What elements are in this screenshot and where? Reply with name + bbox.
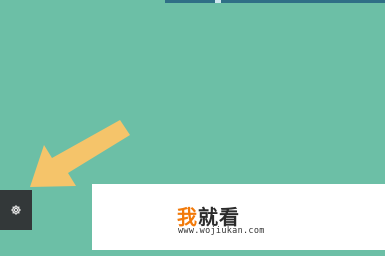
settings-button[interactable] xyxy=(0,190,32,230)
brand-logo: 我 就看 xyxy=(177,202,240,229)
watermark-banner: 我 就看 www.wojiukan.com xyxy=(92,184,385,250)
pointer-arrow-icon xyxy=(30,120,130,187)
gear-icon xyxy=(11,205,21,215)
top-edge-bar xyxy=(165,0,385,3)
brand-url: www.wojiukan.com xyxy=(178,226,265,236)
